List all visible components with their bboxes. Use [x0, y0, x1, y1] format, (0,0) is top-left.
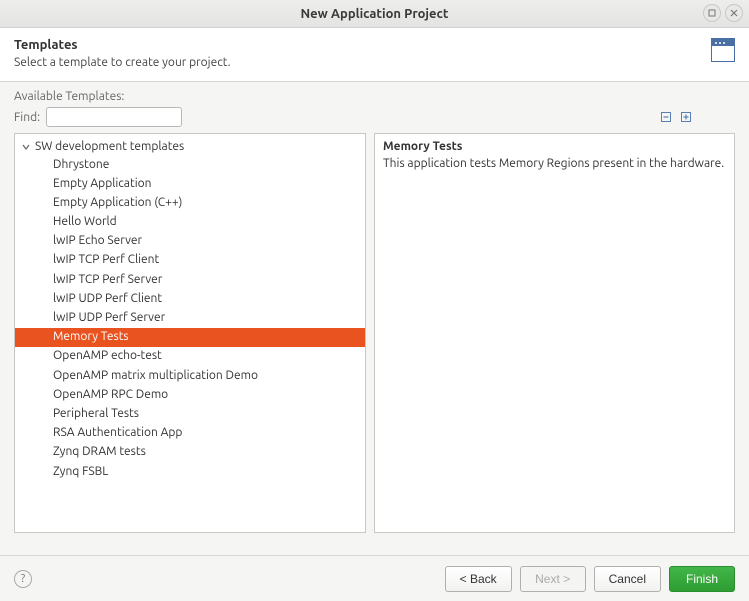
tree-item[interactable]: Zynq DRAM tests	[15, 443, 365, 462]
window-title: New Application Project	[300, 7, 448, 21]
find-row: Find:	[14, 107, 735, 127]
back-button[interactable]: < Back	[445, 566, 512, 592]
tree-item[interactable]: Empty Application	[15, 174, 365, 193]
chevron-down-icon	[21, 143, 31, 151]
tree-item[interactable]: Empty Application (C++)	[15, 193, 365, 212]
tree-item[interactable]: lwIP UDP Perf Server	[15, 309, 365, 328]
titlebar: New Application Project	[0, 0, 749, 28]
description-panel: Memory Tests This application tests Memo…	[374, 133, 735, 533]
footer: ? < Back Next > Cancel Finish	[0, 555, 749, 601]
tree-item[interactable]: OpenAMP matrix multiplication Demo	[15, 366, 365, 385]
description-text: This application tests Memory Regions pr…	[383, 157, 726, 170]
tree-item[interactable]: lwIP UDP Perf Client	[15, 289, 365, 308]
page-title: Templates	[14, 38, 735, 52]
tree-item[interactable]: OpenAMP echo-test	[15, 347, 365, 366]
tree-item[interactable]: Zynq FSBL	[15, 462, 365, 481]
next-button: Next >	[520, 566, 586, 592]
close-button[interactable]	[725, 4, 743, 22]
finish-button[interactable]: Finish	[669, 566, 735, 592]
find-label: Find:	[14, 111, 40, 124]
expand-all-icon[interactable]	[679, 110, 693, 124]
tree-item[interactable]: Hello World	[15, 213, 365, 232]
tree-item[interactable]: lwIP TCP Perf Client	[15, 251, 365, 270]
tree-item[interactable]: lwIP Echo Server	[15, 232, 365, 251]
tree-item[interactable]: OpenAMP RPC Demo	[15, 385, 365, 404]
panels: SW development templates DhrystoneEmpty …	[14, 133, 735, 533]
find-input[interactable]	[46, 107, 182, 127]
tree-toolbar	[659, 110, 693, 124]
cancel-button[interactable]: Cancel	[594, 566, 661, 592]
template-tree[interactable]: SW development templates DhrystoneEmpty …	[14, 133, 366, 533]
description-title: Memory Tests	[383, 140, 726, 153]
tree-item[interactable]: Dhrystone	[15, 155, 365, 174]
page-subtitle: Select a template to create your project…	[14, 56, 735, 69]
wizard-header: Templates Select a template to create yo…	[0, 28, 749, 82]
available-templates-label: Available Templates:	[14, 90, 735, 103]
window-controls	[703, 4, 743, 22]
wizard-icon	[711, 38, 735, 62]
tree-group[interactable]: SW development templates	[15, 138, 365, 155]
tree-group-label: SW development templates	[35, 140, 184, 153]
minimize-button[interactable]	[703, 4, 721, 22]
help-icon[interactable]: ?	[14, 570, 32, 588]
content-area: Available Templates: Find: SW developmen…	[0, 82, 749, 533]
tree-item[interactable]: Peripheral Tests	[15, 404, 365, 423]
collapse-all-icon[interactable]	[659, 110, 673, 124]
footer-buttons: < Back Next > Cancel Finish	[445, 566, 735, 592]
tree-item[interactable]: RSA Authentication App	[15, 424, 365, 443]
tree-item[interactable]: lwIP TCP Perf Server	[15, 270, 365, 289]
tree-item[interactable]: Memory Tests	[15, 328, 365, 347]
